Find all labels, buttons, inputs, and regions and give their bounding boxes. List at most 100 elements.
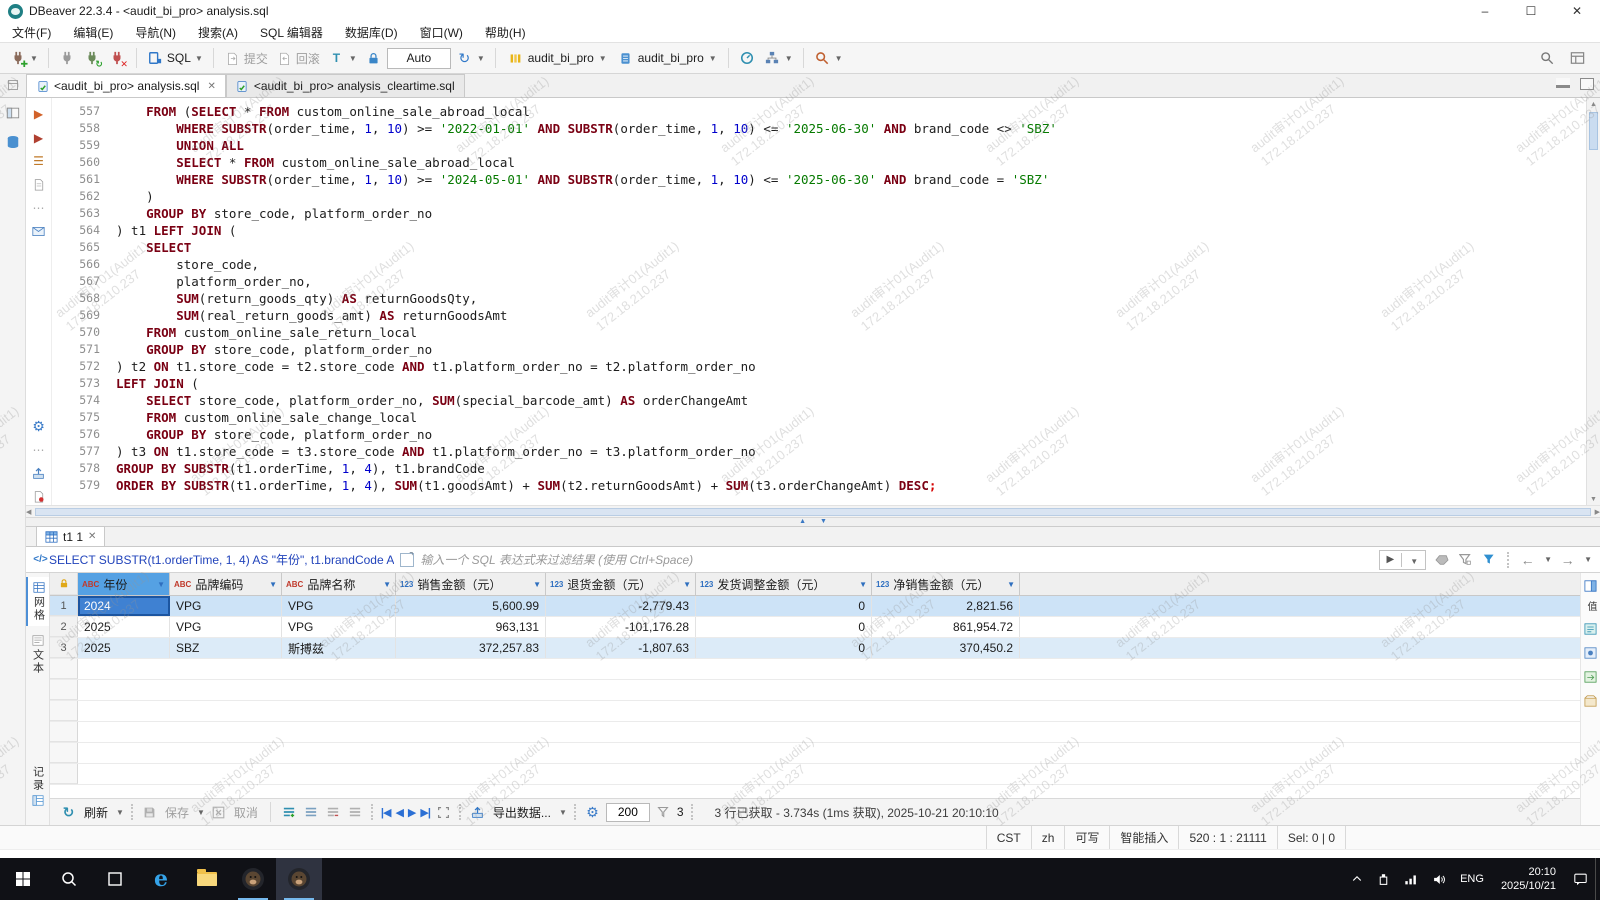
sql-code-area[interactable]: 557 FROM (SELECT * FROM custom_online_sa… xyxy=(52,98,1586,505)
column-header-1[interactable]: ABC品牌编码▼ xyxy=(170,573,282,595)
menu-item-6[interactable]: 窗口(W) xyxy=(420,24,463,41)
grid-cell[interactable]: 963,131 xyxy=(396,617,546,637)
minimize-button[interactable]: – xyxy=(1462,0,1508,22)
row-number[interactable]: 2 xyxy=(50,617,78,637)
grid-cell[interactable]: 370,450.2 xyxy=(872,638,1020,658)
dbeaver-taskbar-button[interactable] xyxy=(230,858,276,900)
export-result-icon[interactable] xyxy=(30,465,47,481)
focus-cell-icon[interactable] xyxy=(435,804,452,821)
tray-usb-icon[interactable] xyxy=(1370,858,1397,900)
grid-settings-gear-icon[interactable]: ⚙ xyxy=(584,804,601,821)
grid-cell[interactable]: -101,176.28 xyxy=(546,617,696,637)
column-header-5[interactable]: 123发货调整金额（元）▼ xyxy=(696,573,872,595)
grid-cell[interactable]: 2024 xyxy=(78,596,170,616)
column-dropdown-icon[interactable]: ▼ xyxy=(383,580,391,589)
grid-cell[interactable]: VPG xyxy=(170,617,282,637)
tray-network-icon[interactable] xyxy=(1397,858,1425,900)
grid-cell[interactable]: -2,779.43 xyxy=(546,596,696,616)
export-data-label[interactable]: 导出数据... xyxy=(493,804,551,821)
nav-back-icon[interactable]: ← xyxy=(1519,551,1536,568)
database-navigator-icon[interactable] xyxy=(4,133,21,150)
grid-view-tab[interactable]: 网格 xyxy=(26,577,49,626)
chevron-down-icon[interactable]: ▼ xyxy=(197,808,205,817)
first-row-button[interactable]: |◀ xyxy=(381,806,391,819)
taskbar-clock[interactable]: 20:10 2025/10/21 xyxy=(1491,865,1566,893)
filter-query-text[interactable]: SELECT SUBSTR(t1.orderTime, 1, 4) AS "年份… xyxy=(49,551,394,568)
query-history-button[interactable]: ↻ ▼ xyxy=(453,46,488,70)
scroll-up-arrow-icon[interactable]: ▲ xyxy=(1587,98,1600,110)
rollback-button[interactable]: 回滚 xyxy=(273,46,323,70)
settings-gear-icon[interactable]: ⚙ xyxy=(30,418,47,435)
scroll-right-arrow-icon[interactable]: ▶ xyxy=(1595,506,1600,518)
grid-cell[interactable]: VPG xyxy=(170,596,282,616)
last-row-button[interactable]: ▶| xyxy=(420,806,430,819)
filter-settings-icon[interactable] xyxy=(1481,551,1498,568)
chevron-down-icon[interactable]: ▼ xyxy=(559,808,567,817)
chevron-down-icon[interactable]: ▼ xyxy=(116,808,124,817)
remove-filter-icon[interactable] xyxy=(1457,551,1474,568)
execute-statement-icon[interactable]: ▶ xyxy=(30,106,47,122)
maximize-editor-button[interactable] xyxy=(1580,78,1594,90)
grid-cell[interactable]: 2025 xyxy=(78,638,170,658)
editor-results-sash[interactable]: ▲ ▼ xyxy=(26,517,1600,527)
menu-item-7[interactable]: 帮助(H) xyxy=(485,24,526,41)
grid-cell[interactable]: VPG xyxy=(282,596,396,616)
grid-corner-cell[interactable] xyxy=(50,573,78,595)
grid-cell[interactable]: 斯搏兹 xyxy=(282,638,396,658)
connection-lock-button[interactable] xyxy=(362,46,385,70)
menu-item-0[interactable]: 文件(F) xyxy=(12,24,51,41)
notification-center-icon[interactable] xyxy=(1566,858,1595,900)
grid-cell[interactable]: 0 xyxy=(696,596,872,616)
grid-cell[interactable]: 0 xyxy=(696,617,872,637)
database-selector[interactable]: audit_bi_pro ▼ xyxy=(503,46,611,70)
results-tab[interactable]: t1 1 ✕ xyxy=(36,526,105,546)
column-dropdown-icon[interactable]: ▼ xyxy=(683,580,691,589)
chevron-down-icon[interactable]: ▼ xyxy=(1544,555,1552,564)
schema-selector[interactable]: audit_bi_pro ▼ xyxy=(613,46,721,70)
search-button[interactable]: ▼ xyxy=(811,46,846,70)
maximize-button[interactable]: ☐ xyxy=(1508,0,1554,22)
menu-item-3[interactable]: 搜索(A) xyxy=(198,24,238,41)
invalidate-connection-button[interactable]: ✕ xyxy=(106,46,129,70)
new-connection-button[interactable]: ✚ ▼ xyxy=(6,46,41,70)
editor-vertical-scrollbar[interactable]: ▲ ▼ xyxy=(1586,98,1600,505)
empty-row-number[interactable] xyxy=(50,743,78,763)
export-panel-icon[interactable] xyxy=(1582,692,1599,709)
menu-item-1[interactable]: 编辑(E) xyxy=(73,24,113,41)
language-indicator[interactable]: ENG xyxy=(1453,858,1491,900)
sash-up-icon[interactable]: ▲ xyxy=(799,518,806,526)
task-view-button[interactable] xyxy=(92,858,138,900)
expand-filter-icon[interactable] xyxy=(400,553,414,567)
column-dropdown-icon[interactable]: ▼ xyxy=(533,580,541,589)
editor-list-icon[interactable] xyxy=(0,73,26,97)
sql-editor[interactable]: ▶ ▶ ☰ ⋯ ⚙ ⋯ 557 FROM (SELECT * FROM cust… xyxy=(26,98,1600,505)
empty-row-number[interactable] xyxy=(50,701,78,721)
save-icon[interactable] xyxy=(141,804,158,821)
compare-button[interactable]: ▼ xyxy=(761,46,796,70)
row-number[interactable]: 3 xyxy=(50,638,78,658)
empty-row-number[interactable] xyxy=(50,722,78,742)
sash-down-icon[interactable]: ▼ xyxy=(820,518,827,526)
calc-panel-icon[interactable] xyxy=(1582,620,1599,637)
column-dropdown-icon[interactable]: ▼ xyxy=(859,580,867,589)
filter-placeholder[interactable]: 输入一个 SQL 表达式来过滤结果 (使用 Ctrl+Space) xyxy=(420,551,1378,568)
tray-speaker-icon[interactable] xyxy=(1425,858,1453,900)
filter-history-icon[interactable]: ▼ xyxy=(1401,553,1425,567)
results-grid[interactable]: ABC年份▼ABC品牌编码▼ABC品牌名称▼123销售金额（元）▼123退货金额… xyxy=(50,573,1580,798)
transaction-log-button[interactable]: T ▼ xyxy=(325,46,360,70)
dashboard-button[interactable] xyxy=(736,46,759,70)
new-sql-editor-button[interactable]: SQL ▼ xyxy=(144,46,206,70)
export-data-icon[interactable] xyxy=(469,804,486,821)
commit-mode-select[interactable]: Auto xyxy=(387,48,451,69)
restore-panel-icon[interactable] xyxy=(4,104,21,121)
metadata-panel-icon[interactable] xyxy=(1582,644,1599,661)
quick-search-icon[interactable] xyxy=(1538,50,1555,67)
column-header-6[interactable]: 123净销售金额（元）▼ xyxy=(872,573,1020,595)
dbeaver-taskbar-button-active[interactable] xyxy=(276,858,322,900)
close-icon[interactable]: ✕ xyxy=(207,81,215,92)
minimize-editor-button[interactable] xyxy=(1556,78,1570,88)
delete-row-icon[interactable] xyxy=(325,804,342,821)
column-dropdown-icon[interactable]: ▼ xyxy=(269,580,277,589)
empty-row-number[interactable] xyxy=(50,680,78,700)
next-row-button[interactable]: ▶ xyxy=(408,806,415,819)
